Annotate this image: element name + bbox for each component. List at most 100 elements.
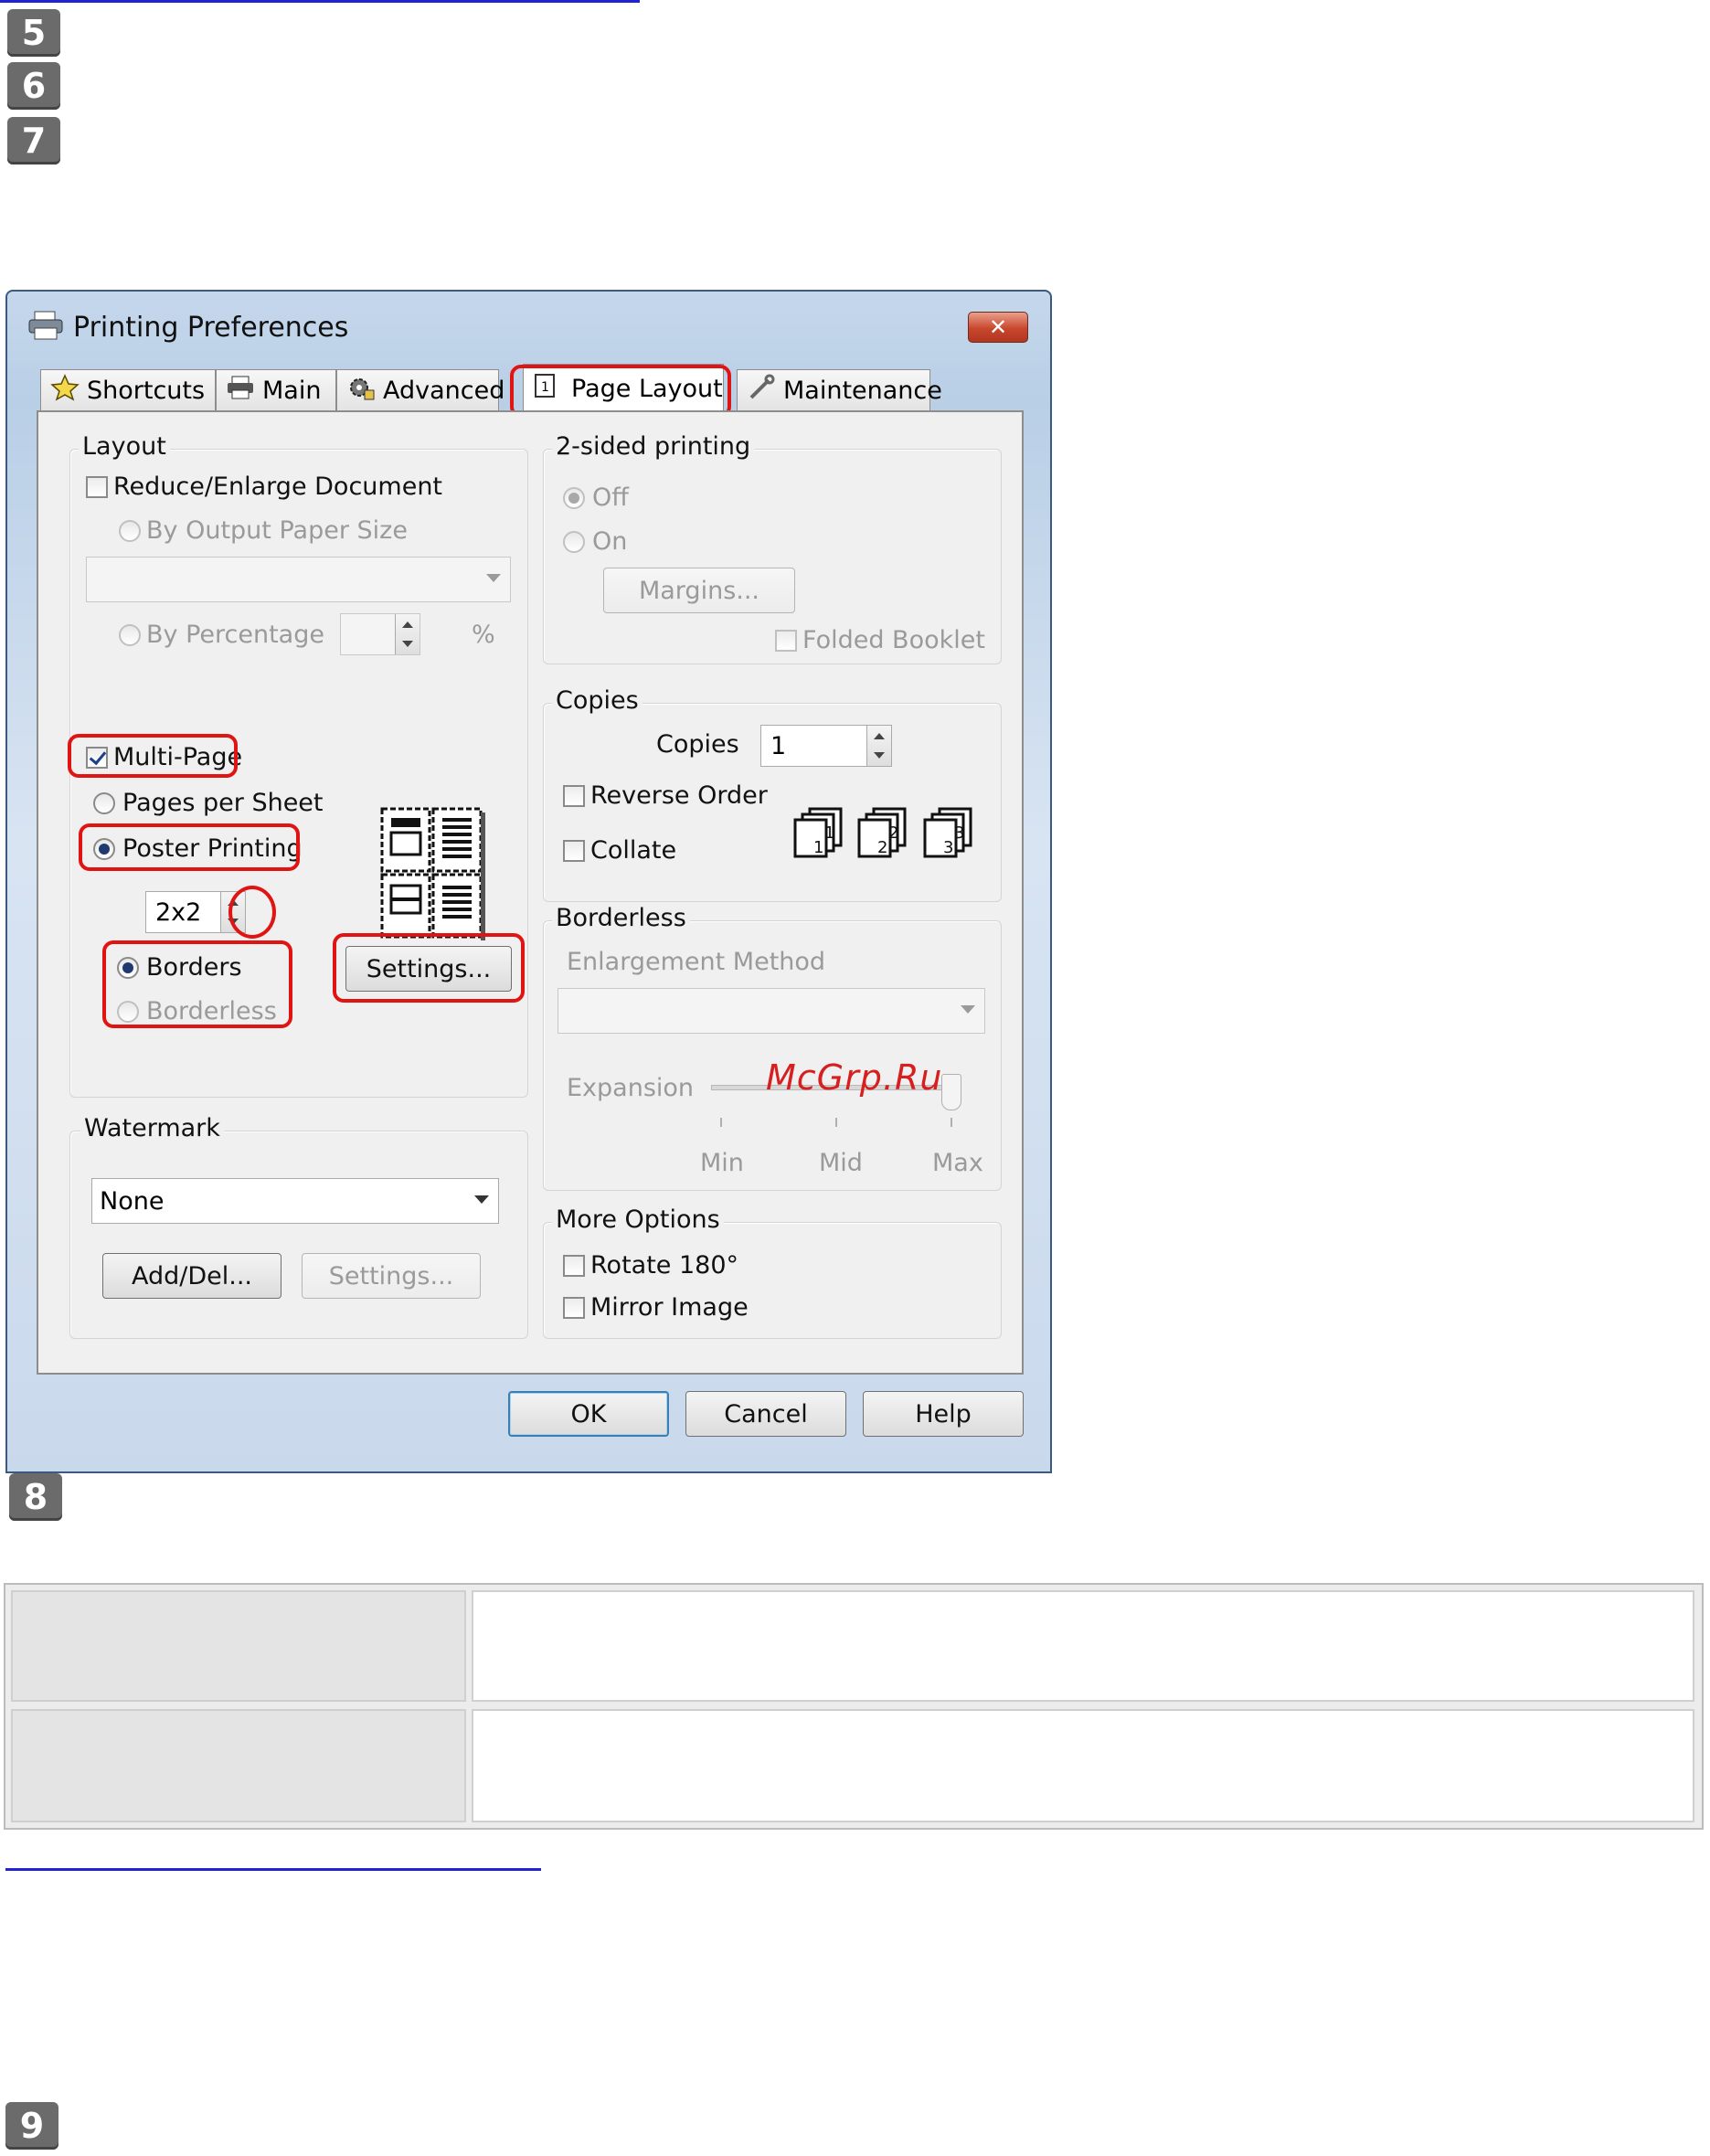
poster-printing-label: Poster Printing <box>122 834 303 863</box>
slider-tick-mid <box>835 1118 837 1127</box>
enlargement-method-select[interactable] <box>558 988 985 1034</box>
printer-icon <box>226 375 255 407</box>
layout-settings-button[interactable]: Settings... <box>345 946 512 992</box>
slider-max-label: Max <box>932 1149 983 1177</box>
by-percentage-radio[interactable] <box>119 624 141 646</box>
watermark-select[interactable]: None <box>91 1178 499 1224</box>
spin-arrows-icon[interactable] <box>395 614 420 654</box>
two-sided-on-label: On <box>592 527 628 556</box>
copies-label: Copies <box>656 730 739 759</box>
percent-sign: % <box>472 621 495 649</box>
watermark-value: None <box>100 1186 165 1216</box>
two-sided-off-label: Off <box>592 483 629 512</box>
pages-per-sheet-radio[interactable] <box>93 792 115 814</box>
folded-booklet-checkbox[interactable] <box>775 630 797 652</box>
svg-text:3: 3 <box>954 823 964 843</box>
step-badge-7: 7 <box>7 117 60 165</box>
by-output-paper-size-label: By Output Paper Size <box>146 516 408 545</box>
rotate-180-checkbox[interactable] <box>563 1255 585 1277</box>
spin-arrows-icon[interactable] <box>220 892 245 932</box>
slider-min-label: Min <box>700 1149 744 1177</box>
reduce-enlarge-label: Reduce/Enlarge Document <box>113 473 443 501</box>
spin-arrows-icon[interactable] <box>866 726 891 766</box>
printing-preferences-dialog: Printing Preferences ✕ Shortcuts Main Ad… <box>5 290 1052 1473</box>
collate-checkbox[interactable] <box>563 840 585 862</box>
poster-layout-preview-icon <box>378 805 488 946</box>
tab-shortcuts[interactable]: Shortcuts <box>40 369 216 411</box>
watermark-settings-button[interactable]: Settings... <box>302 1253 481 1299</box>
tab-label: Shortcuts <box>87 377 206 405</box>
copies-group-title: Copies <box>552 686 643 715</box>
close-button[interactable]: ✕ <box>968 312 1028 343</box>
pages-per-sheet-label: Pages per Sheet <box>122 789 324 817</box>
by-output-paper-size-radio[interactable] <box>119 520 141 542</box>
tab-label: Maintenance <box>783 377 942 405</box>
mirror-image-checkbox[interactable] <box>563 1297 585 1319</box>
copies-value: 1 <box>770 731 787 760</box>
page-icon: 1 <box>533 372 560 406</box>
layout-group-title: Layout <box>79 432 170 461</box>
dialog-title: Printing Preferences <box>73 312 349 344</box>
expansion-label: Expansion <box>567 1074 695 1102</box>
collate-preview-icon: 11 22 33 <box>793 805 987 864</box>
tab-page-layout[interactable]: 1 Page Layout <box>523 364 724 413</box>
slider-thumb[interactable] <box>941 1074 961 1110</box>
top-link-underline[interactable] <box>0 0 640 3</box>
borders-radio[interactable] <box>117 957 139 979</box>
tab-main[interactable]: Main <box>216 369 336 411</box>
borderless-radio[interactable] <box>117 1001 139 1023</box>
two-sided-off-radio[interactable] <box>563 487 585 509</box>
bottom-link-underline[interactable] <box>5 1868 541 1871</box>
two-sided-on-radio[interactable] <box>563 531 585 553</box>
step-badge-5: 5 <box>7 9 60 57</box>
step-badge-8: 8 <box>9 1473 62 1521</box>
tab-advanced[interactable]: Advanced <box>336 369 505 411</box>
tab-label: Page Layout <box>571 375 723 403</box>
help-button[interactable]: Help <box>863 1391 1024 1437</box>
layout-group <box>69 449 528 1098</box>
table-row-1-value-cell <box>472 1590 1694 1702</box>
svg-text:3: 3 <box>943 838 953 857</box>
gear-icon <box>346 374 376 408</box>
multi-page-checkbox[interactable] <box>86 747 108 769</box>
mirror-image-label: Mirror Image <box>590 1293 749 1322</box>
table-row-1-label-cell <box>11 1590 466 1702</box>
chevron-down-icon <box>474 1195 489 1204</box>
borderless-label: Borderless <box>146 997 277 1025</box>
margins-button[interactable]: Margins... <box>603 568 795 613</box>
slider-mid-label: Mid <box>819 1149 863 1177</box>
watermark-group <box>69 1131 528 1339</box>
multi-page-label: Multi-Page <box>113 743 243 771</box>
percentage-stepper[interactable] <box>340 613 420 655</box>
table-row-2-value-cell <box>472 1709 1694 1822</box>
watermark-add-del-button[interactable]: Add/Del... <box>102 1253 281 1299</box>
borderless-group-title: Borderless <box>552 904 690 932</box>
step-badge-6: 6 <box>7 62 60 110</box>
chevron-down-icon <box>961 1005 975 1014</box>
reverse-order-label: Reverse Order <box>590 781 768 810</box>
borders-label: Borders <box>146 953 242 982</box>
tab-label: Main <box>262 377 322 405</box>
slider-tick-min <box>720 1118 722 1127</box>
tab-maintenance[interactable]: Maintenance <box>737 369 942 411</box>
by-percentage-label: By Percentage <box>146 621 324 649</box>
svg-text:1: 1 <box>813 838 823 857</box>
copies-stepper[interactable]: 1 <box>760 725 892 767</box>
poster-size-value: 2x2 <box>155 897 202 927</box>
folded-booklet-label: Folded Booklet <box>802 626 985 654</box>
output-paper-size-select[interactable] <box>86 557 511 602</box>
slider-tick-max <box>951 1118 952 1127</box>
poster-size-stepper[interactable]: 2x2 <box>145 891 246 933</box>
svg-text:2: 2 <box>877 838 887 857</box>
reverse-order-checkbox[interactable] <box>563 785 585 807</box>
poster-printing-radio[interactable] <box>93 838 115 860</box>
rotate-180-label: Rotate 180° <box>590 1251 739 1280</box>
ok-button[interactable]: OK <box>508 1391 669 1437</box>
star-icon <box>50 374 80 408</box>
cancel-button[interactable]: Cancel <box>685 1391 846 1437</box>
settings-table <box>4 1583 1704 1830</box>
more-options-group-title: More Options <box>552 1205 724 1234</box>
svg-text:1: 1 <box>824 823 834 843</box>
reduce-enlarge-checkbox[interactable] <box>86 476 108 498</box>
tab-label: Advanced <box>383 377 505 405</box>
